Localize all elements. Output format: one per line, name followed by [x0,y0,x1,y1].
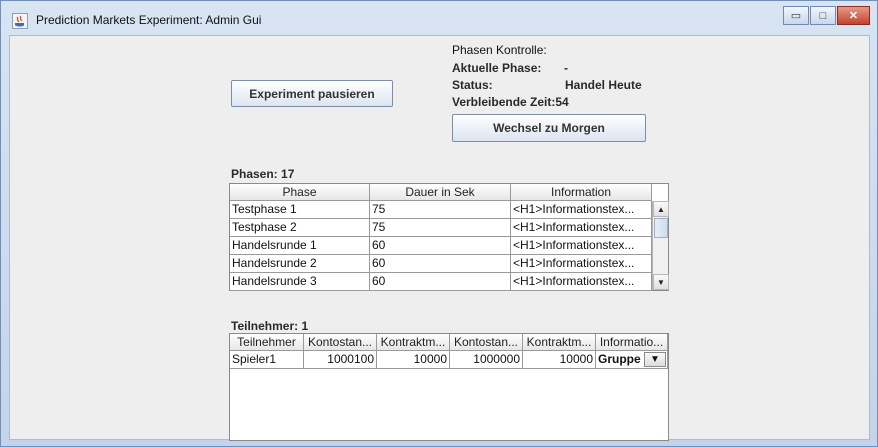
title-bar[interactable]: Prediction Markets Experiment: Admin Gui… [1,1,877,35]
table-cell[interactable]: <H1>Informationstex... [511,237,652,255]
window-title: Prediction Markets Experiment: Admin Gui [36,13,262,27]
main-window: Prediction Markets Experiment: Admin Gui… [0,0,878,447]
remaining-time: Verbleibende Zeit:54 [452,95,569,109]
column-header-participant[interactable]: Teilnehmer [230,334,304,351]
scroll-up-icon[interactable]: ▲ [653,201,669,217]
scroll-thumb[interactable] [654,218,668,238]
phases-table: Phase Dauer in Sek Information Testphase… [229,183,669,291]
column-header-information[interactable]: Informatio... [596,334,668,351]
pause-experiment-button[interactable]: Experiment pausieren [231,80,393,107]
status-value: Handel Heute [565,78,642,92]
table-cell[interactable]: <H1>Informationstex... [511,255,652,273]
table-cell[interactable]: Handelsrunde 1 [230,237,370,255]
column-header-information[interactable]: Information [511,184,652,201]
table-cell[interactable]: Testphase 2 [230,219,370,237]
table-cell[interactable]: <H1>Informationstex... [511,219,652,237]
content-panel: Experiment pausieren Phasen Kontrolle: A… [9,35,870,441]
column-header-contracts-2[interactable]: Kontraktm... [523,334,596,351]
table-cell[interactable]: 1000000 [450,351,523,369]
scroll-down-icon[interactable]: ▼ [653,274,669,290]
current-phase-label: Aktuelle Phase: [452,61,542,75]
phases-count-label: Phasen: 17 [231,167,295,181]
table-cell[interactable]: 60 [370,273,511,291]
table-cell[interactable]: Spieler1 [230,351,304,369]
table-cell[interactable]: <H1>Informationstex... [511,273,652,291]
current-phase-value: - [564,61,568,75]
phase-control-label: Phasen Kontrolle: [452,43,547,57]
table-cell[interactable]: 75 [370,201,511,219]
table-cell[interactable]: Handelsrunde 3 [230,273,370,291]
table-cell[interactable]: Testphase 1 [230,201,370,219]
close-button[interactable]: ✕ [837,6,870,25]
group-combobox[interactable]: Gruppe ▼ [596,351,668,369]
maximize-button[interactable]: □ [810,6,836,25]
java-app-icon [12,13,28,29]
minimize-button[interactable]: ▭ [783,6,809,25]
participants-count-label: Teilnehmer: 1 [231,319,309,333]
table-cell[interactable]: 10000 [523,351,596,369]
column-header-balance-1[interactable]: Kontostan... [304,334,377,351]
phases-scrollbar[interactable]: ▲ ▼ [652,201,669,290]
column-header-contracts-1[interactable]: Kontraktm... [377,334,450,351]
table-cell[interactable]: 1000100 [304,351,377,369]
table-cell[interactable]: 60 [370,255,511,273]
switch-to-tomorrow-button[interactable]: Wechsel zu Morgen [452,114,646,142]
table-cell[interactable]: <H1>Informationstex... [511,201,652,219]
column-header-phase[interactable]: Phase [230,184,370,201]
participants-table: Teilnehmer Kontostan... Kontraktm... Kon… [229,333,669,441]
column-header-duration[interactable]: Dauer in Sek [370,184,511,201]
table-cell[interactable]: 60 [370,237,511,255]
group-combobox-value: Gruppe [598,352,641,366]
table-cell[interactable]: Handelsrunde 2 [230,255,370,273]
dropdown-arrow-icon[interactable]: ▼ [644,352,666,367]
column-header-balance-2[interactable]: Kontostan... [450,334,523,351]
status-label: Status: [452,78,493,92]
table-cell[interactable]: 10000 [377,351,450,369]
table-cell[interactable]: 75 [370,219,511,237]
